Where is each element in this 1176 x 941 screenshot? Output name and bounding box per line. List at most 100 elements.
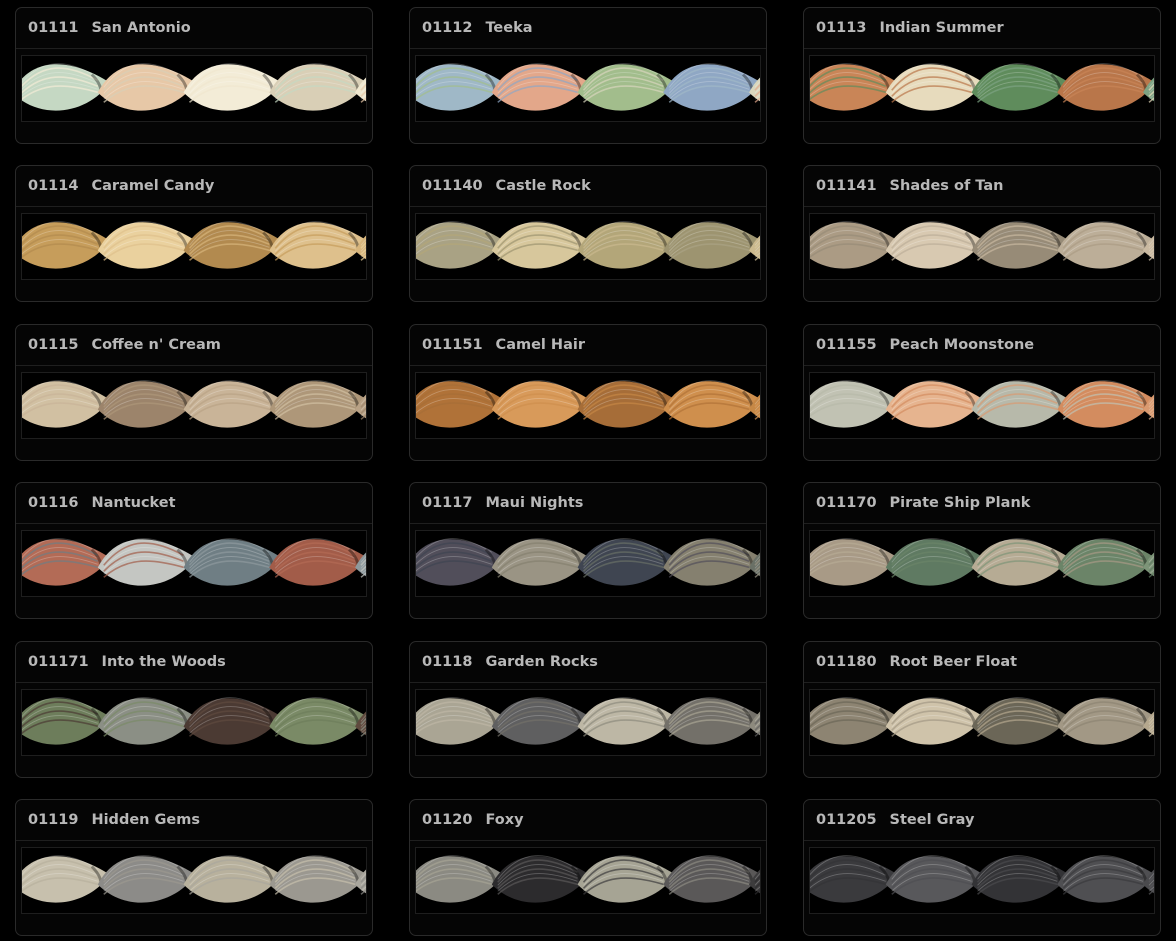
thread-code: 01111 bbox=[28, 20, 79, 36]
thread-card-header: 011170 Pirate Ship Plank bbox=[804, 483, 1160, 524]
thread-swatch-image bbox=[810, 848, 1154, 913]
thread-card[interactable]: 01114 Caramel Candy bbox=[15, 165, 373, 302]
thread-card[interactable]: 01120 Foxy bbox=[409, 799, 767, 936]
thread-swatch-frame bbox=[21, 55, 367, 122]
thread-code: 011180 bbox=[816, 654, 877, 670]
thread-card[interactable]: 01113 Indian Summer bbox=[803, 7, 1161, 144]
thread-swatch-frame bbox=[809, 689, 1155, 756]
thread-swatch-image bbox=[810, 690, 1154, 755]
thread-card-header: 01113 Indian Summer bbox=[804, 8, 1160, 49]
thread-swatch-frame bbox=[21, 689, 367, 756]
floss-twist-graphic bbox=[22, 373, 366, 438]
thread-name: Peach Moonstone bbox=[889, 337, 1035, 353]
thread-swatch-frame bbox=[809, 372, 1155, 439]
thread-swatch-image bbox=[416, 56, 760, 121]
thread-swatch-image bbox=[22, 56, 366, 121]
thread-card-header: 01115 Coffee n' Cream bbox=[16, 325, 372, 366]
floss-twist-graphic bbox=[416, 531, 760, 596]
thread-swatch-image bbox=[22, 531, 366, 596]
thread-name: Into the Woods bbox=[101, 654, 226, 670]
thread-swatch-frame bbox=[809, 847, 1155, 914]
thread-card-header: 011205 Steel Gray bbox=[804, 800, 1160, 841]
thread-code: 011171 bbox=[28, 654, 89, 670]
thread-card-header: 011141 Shades of Tan bbox=[804, 166, 1160, 207]
thread-card[interactable]: 011205 Steel Gray bbox=[803, 799, 1161, 936]
thread-card[interactable]: 011171 Into the Woods bbox=[15, 641, 373, 778]
thread-card[interactable]: 01117 Maui Nights bbox=[409, 482, 767, 619]
floss-twist-graphic bbox=[22, 214, 366, 279]
thread-name: Shades of Tan bbox=[889, 178, 1004, 194]
thread-card[interactable]: 011140 Castle Rock bbox=[409, 165, 767, 302]
thread-card-header: 011155 Peach Moonstone bbox=[804, 325, 1160, 366]
floss-twist-graphic bbox=[22, 56, 366, 121]
thread-name: Coffee n' Cream bbox=[91, 337, 221, 353]
floss-twist-graphic bbox=[22, 848, 366, 913]
floss-twist-graphic bbox=[416, 56, 760, 121]
thread-swatch-image bbox=[416, 690, 760, 755]
thread-name: Hidden Gems bbox=[91, 812, 200, 828]
thread-swatch-image bbox=[22, 214, 366, 279]
floss-twist-graphic bbox=[22, 531, 366, 596]
thread-name: Garden Rocks bbox=[485, 654, 598, 670]
thread-code: 01115 bbox=[28, 337, 79, 353]
floss-twist-graphic bbox=[22, 690, 366, 755]
thread-swatch-frame bbox=[21, 213, 367, 280]
thread-card[interactable]: 01116 Nantucket bbox=[15, 482, 373, 619]
thread-code: 011205 bbox=[816, 812, 877, 828]
thread-code: 011141 bbox=[816, 178, 877, 194]
thread-name: Foxy bbox=[485, 812, 524, 828]
thread-code: 01117 bbox=[422, 495, 473, 511]
thread-card[interactable]: 011170 Pirate Ship Plank bbox=[803, 482, 1161, 619]
thread-swatch-frame bbox=[21, 847, 367, 914]
thread-card-header: 01117 Maui Nights bbox=[410, 483, 766, 524]
thread-code: 011140 bbox=[422, 178, 483, 194]
thread-swatch-image bbox=[416, 848, 760, 913]
floss-twist-graphic bbox=[810, 848, 1154, 913]
thread-card[interactable]: 011155 Peach Moonstone bbox=[803, 324, 1161, 461]
thread-swatch-frame bbox=[809, 530, 1155, 597]
thread-name: Maui Nights bbox=[485, 495, 584, 511]
floss-twist-graphic bbox=[416, 690, 760, 755]
thread-swatch-image bbox=[22, 690, 366, 755]
thread-card[interactable]: 01118 Garden Rocks bbox=[409, 641, 767, 778]
thread-card-header: 01119 Hidden Gems bbox=[16, 800, 372, 841]
thread-card[interactable]: 01115 Coffee n' Cream bbox=[15, 324, 373, 461]
thread-color-grid: 01111 San Antonio 01112 Teeka 01113 Indian … bbox=[0, 0, 1176, 941]
floss-twist-graphic bbox=[810, 531, 1154, 596]
thread-code: 01119 bbox=[28, 812, 79, 828]
thread-swatch-image bbox=[810, 373, 1154, 438]
thread-card[interactable]: 011141 Shades of Tan bbox=[803, 165, 1161, 302]
thread-card-header: 01116 Nantucket bbox=[16, 483, 372, 524]
thread-name: San Antonio bbox=[91, 20, 191, 36]
thread-card-header: 011171 Into the Woods bbox=[16, 642, 372, 683]
thread-card-header: 01114 Caramel Candy bbox=[16, 166, 372, 207]
thread-name: Caramel Candy bbox=[91, 178, 215, 194]
thread-card[interactable]: 011151 Camel Hair bbox=[409, 324, 767, 461]
thread-swatch-image bbox=[22, 848, 366, 913]
thread-card-header: 01118 Garden Rocks bbox=[410, 642, 766, 683]
thread-code: 01113 bbox=[816, 20, 867, 36]
thread-name: Nantucket bbox=[91, 495, 176, 511]
thread-swatch-frame bbox=[415, 213, 761, 280]
thread-swatch-image bbox=[810, 56, 1154, 121]
thread-code: 01118 bbox=[422, 654, 473, 670]
thread-card-header: 01112 Teeka bbox=[410, 8, 766, 49]
thread-name: Castle Rock bbox=[495, 178, 591, 194]
thread-card-header: 011151 Camel Hair bbox=[410, 325, 766, 366]
thread-swatch-frame bbox=[415, 55, 761, 122]
thread-card-header: 011180 Root Beer Float bbox=[804, 642, 1160, 683]
thread-card[interactable]: 01119 Hidden Gems bbox=[15, 799, 373, 936]
thread-card[interactable]: 01112 Teeka bbox=[409, 7, 767, 144]
floss-twist-graphic bbox=[810, 214, 1154, 279]
floss-twist-graphic bbox=[416, 373, 760, 438]
thread-code: 011151 bbox=[422, 337, 483, 353]
thread-swatch-frame bbox=[809, 55, 1155, 122]
thread-swatch-image bbox=[810, 531, 1154, 596]
thread-swatch-frame bbox=[415, 847, 761, 914]
thread-swatch-frame bbox=[415, 689, 761, 756]
thread-name: Steel Gray bbox=[889, 812, 975, 828]
thread-swatch-frame bbox=[415, 530, 761, 597]
thread-card-header: 01111 San Antonio bbox=[16, 8, 372, 49]
thread-card[interactable]: 01111 San Antonio bbox=[15, 7, 373, 144]
thread-card[interactable]: 011180 Root Beer Float bbox=[803, 641, 1161, 778]
